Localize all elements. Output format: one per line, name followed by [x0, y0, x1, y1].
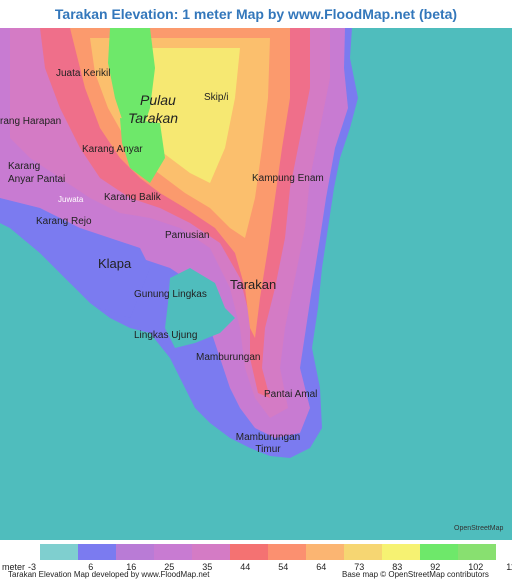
legend-tick: 44 [240, 562, 251, 572]
legend-swatch [268, 544, 306, 560]
place-label: Pantai Amal [264, 389, 318, 400]
footer-basemap: Base map © OpenStreetMap contributors [342, 570, 489, 579]
place-label: Pulau [140, 92, 176, 108]
place-label: Klapa [98, 256, 132, 271]
place-label: Juata Kerikil [56, 68, 111, 79]
place-label: rang Harapan [0, 116, 62, 127]
legend-swatch [344, 544, 382, 560]
place-label: Tarakan [128, 110, 179, 126]
place-label: Kampung Enam [252, 173, 324, 184]
legend-swatch [382, 544, 420, 560]
place-label: Karang Anyar [82, 144, 143, 155]
elevation-legend: meter -36162535445464738392102112 Taraka… [0, 540, 512, 582]
footer-credit: Tarakan Elevation Map developed by www.F… [8, 570, 210, 579]
page-title: Tarakan Elevation: 1 meter Map by www.Fl… [0, 0, 512, 28]
legend-swatch [116, 544, 154, 560]
legend-tick: 64 [316, 562, 327, 572]
place-label: Karang Anyar Pantai [8, 161, 66, 185]
legend-swatch [154, 544, 192, 560]
legend-swatch [230, 544, 268, 560]
osm-badge: OpenStreetMap [454, 525, 504, 532]
place-label: Mamburungan Timur [235, 432, 301, 455]
place-label: Tarakan [230, 277, 277, 292]
place-label: Lingkas Ujung [134, 330, 198, 341]
legend-swatch [192, 544, 230, 560]
place-label: Karang Rejo [36, 216, 92, 227]
place-label: Mamburungan [196, 352, 261, 363]
legend-tick: 54 [278, 562, 289, 572]
place-label: Karang Balik [104, 192, 161, 203]
place-label: Gunung Lingkas [134, 289, 207, 300]
elevation-map[interactable]: Juata Kerikil Pulau Tarakan Skip/i rang … [0, 28, 512, 540]
legend-tick: 112 [506, 562, 512, 572]
place-label: Juwata [58, 195, 84, 204]
place-label: Pamusian [165, 230, 210, 241]
legend-swatch [78, 544, 116, 560]
legend-swatch [40, 544, 78, 560]
legend-swatch [306, 544, 344, 560]
place-label: Skip/i [204, 92, 229, 103]
legend-swatch [420, 544, 458, 560]
legend-swatch [458, 544, 496, 560]
